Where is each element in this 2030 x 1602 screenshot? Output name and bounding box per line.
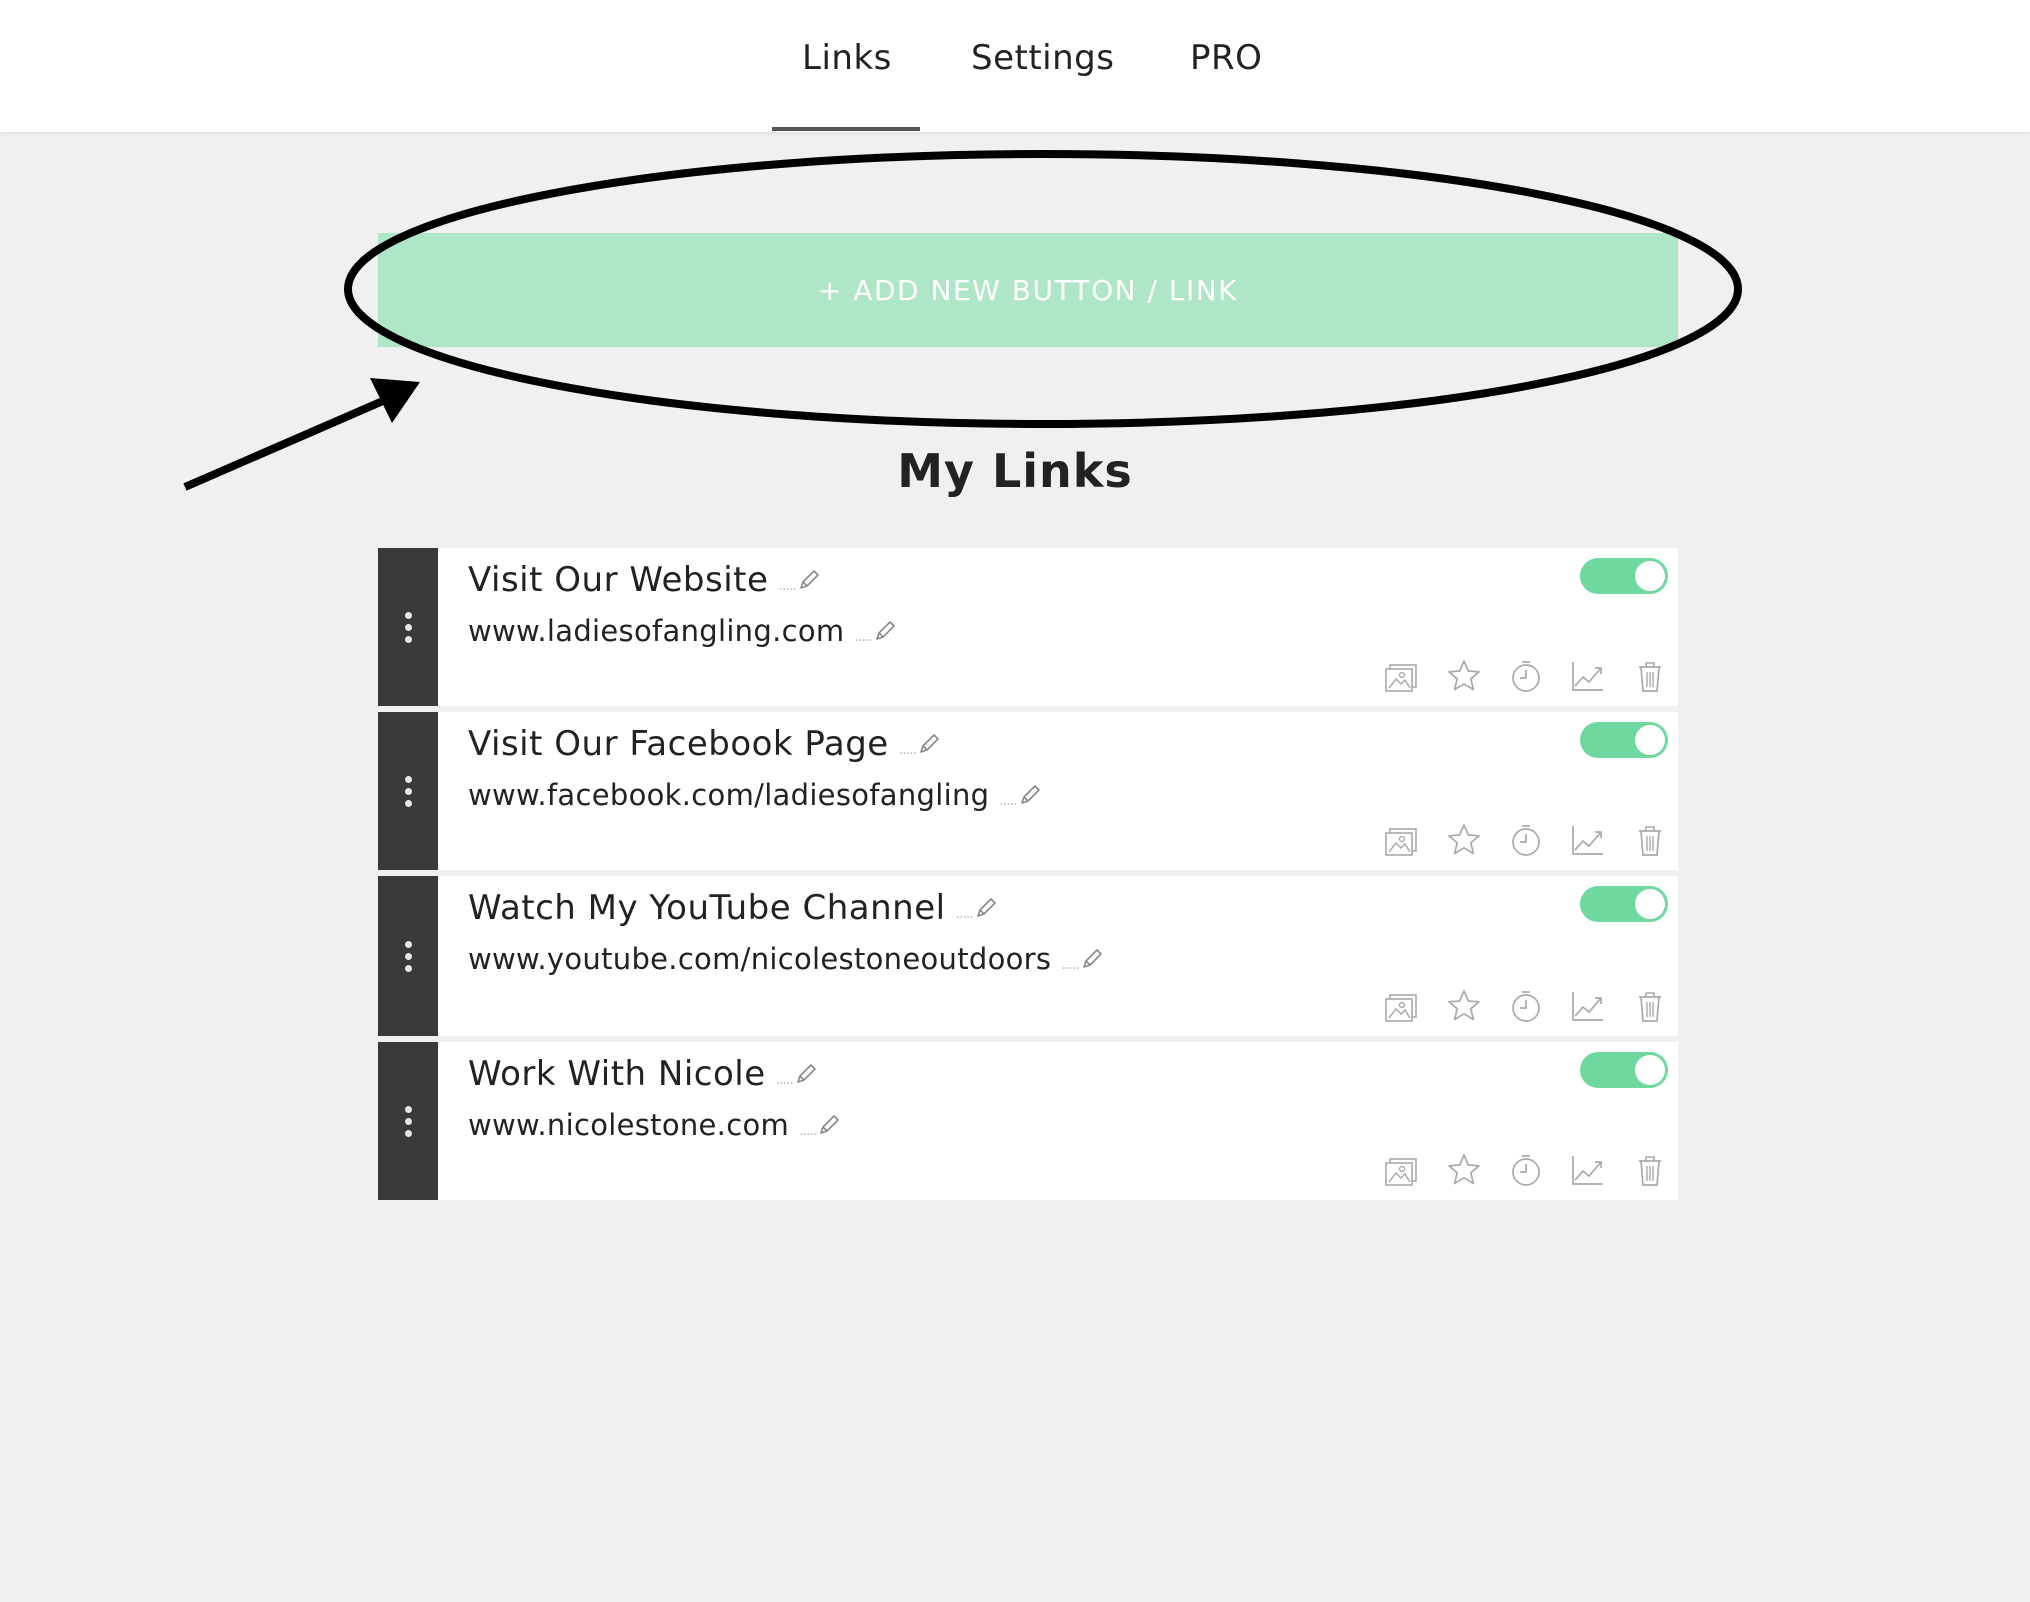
tab-pro[interactable]: PRO xyxy=(1190,30,1262,86)
analytics-icon[interactable] xyxy=(1570,822,1606,858)
link-card: Work With Nicole ..... www.nicolestone.c… xyxy=(378,1042,1678,1200)
edit-title-pencil-icon[interactable]: ..... xyxy=(778,567,821,593)
add-new-button-link[interactable]: + ADD NEW BUTTON / LINK xyxy=(378,233,1678,347)
link-enabled-toggle[interactable] xyxy=(1580,1052,1668,1088)
link-url: www.nicolestone.com ..... xyxy=(468,1108,842,1142)
link-url-text: www.nicolestone.com xyxy=(468,1108,790,1142)
link-actions xyxy=(1384,1152,1668,1188)
star-icon[interactable] xyxy=(1446,658,1482,694)
link-url-text: www.facebook.com/ladiesofangling xyxy=(468,778,990,812)
link-title: Work With Nicole ..... xyxy=(468,1054,819,1094)
timer-icon[interactable] xyxy=(1508,988,1544,1024)
edit-url-pencil-icon[interactable]: ..... xyxy=(799,1112,842,1138)
star-icon[interactable] xyxy=(1446,988,1482,1024)
top-navigation: Links Settings PRO xyxy=(0,0,2030,132)
drag-handle-icon[interactable] xyxy=(378,876,438,1036)
link-url-text: www.ladiesofangling.com xyxy=(468,614,845,648)
image-icon[interactable] xyxy=(1384,1152,1420,1188)
analytics-icon[interactable] xyxy=(1570,1152,1606,1188)
active-tab-indicator xyxy=(772,127,920,131)
page-title: My Links xyxy=(897,444,1133,498)
image-icon[interactable] xyxy=(1384,658,1420,694)
edit-title-pencil-icon[interactable]: ..... xyxy=(899,731,942,757)
links-list: Visit Our Website ..... www.ladiesofangl… xyxy=(378,548,1678,1206)
link-title-text: Watch My YouTube Channel xyxy=(468,888,946,928)
image-icon[interactable] xyxy=(1384,822,1420,858)
link-actions xyxy=(1384,988,1668,1024)
link-card: Watch My YouTube Channel ..... www.youtu… xyxy=(378,876,1678,1036)
trash-icon[interactable] xyxy=(1632,988,1668,1024)
trash-icon[interactable] xyxy=(1632,658,1668,694)
timer-icon[interactable] xyxy=(1508,1152,1544,1188)
add-new-button-label: + ADD NEW BUTTON / LINK xyxy=(817,273,1239,307)
edit-title-pencil-icon[interactable]: ..... xyxy=(776,1061,819,1087)
trash-icon[interactable] xyxy=(1632,1152,1668,1188)
link-url: www.ladiesofangling.com ..... xyxy=(468,614,898,648)
star-icon[interactable] xyxy=(1446,1152,1482,1188)
analytics-icon[interactable] xyxy=(1570,988,1606,1024)
tab-links[interactable]: Links xyxy=(802,30,892,86)
link-title-text: Visit Our Website xyxy=(468,560,769,600)
drag-handle-icon[interactable] xyxy=(378,1042,438,1200)
timer-icon[interactable] xyxy=(1508,822,1544,858)
link-title-text: Work With Nicole xyxy=(468,1054,766,1094)
edit-url-pencil-icon[interactable]: ..... xyxy=(1061,946,1104,972)
drag-handle-icon[interactable] xyxy=(378,712,438,870)
tab-settings[interactable]: Settings xyxy=(971,30,1114,86)
link-url-text: www.youtube.com/nicolestoneoutdoors xyxy=(468,942,1052,976)
link-url: www.youtube.com/nicolestoneoutdoors ....… xyxy=(468,942,1105,976)
link-enabled-toggle[interactable] xyxy=(1580,558,1668,594)
link-url: www.facebook.com/ladiesofangling ..... xyxy=(468,778,1043,812)
link-title: Visit Our Facebook Page ..... xyxy=(468,724,942,764)
trash-icon[interactable] xyxy=(1632,822,1668,858)
link-title: Watch My YouTube Channel ..... xyxy=(468,888,999,928)
analytics-icon[interactable] xyxy=(1570,658,1606,694)
link-enabled-toggle[interactable] xyxy=(1580,886,1668,922)
image-icon[interactable] xyxy=(1384,988,1420,1024)
edit-title-pencil-icon[interactable]: ..... xyxy=(956,895,999,921)
link-title-text: Visit Our Facebook Page xyxy=(468,724,889,764)
link-card: Visit Our Facebook Page ..... www.facebo… xyxy=(378,712,1678,870)
link-card: Visit Our Website ..... www.ladiesofangl… xyxy=(378,548,1678,706)
star-icon[interactable] xyxy=(1446,822,1482,858)
edit-url-pencil-icon[interactable]: ..... xyxy=(999,782,1042,808)
link-enabled-toggle[interactable] xyxy=(1580,722,1668,758)
link-actions xyxy=(1384,822,1668,858)
link-actions xyxy=(1384,658,1668,694)
edit-url-pencil-icon[interactable]: ..... xyxy=(854,618,897,644)
drag-handle-icon[interactable] xyxy=(378,548,438,706)
annotation-arrow-head xyxy=(370,378,420,423)
timer-icon[interactable] xyxy=(1508,658,1544,694)
link-title: Visit Our Website ..... xyxy=(468,560,822,600)
